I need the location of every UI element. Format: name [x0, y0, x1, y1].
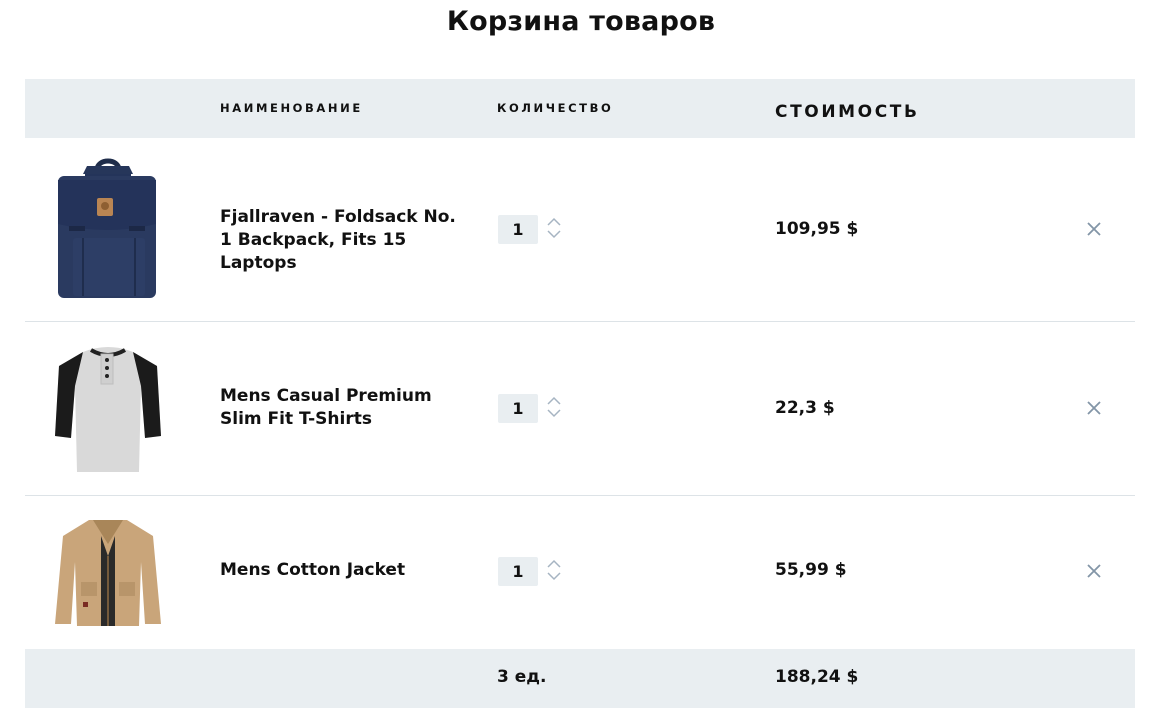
jacket-image	[53, 516, 163, 628]
quantity-input[interactable]: 1	[498, 215, 538, 244]
table-row: Fjallraven - Foldsack No. 1 Backpack, Fi…	[25, 138, 1135, 322]
quantity-stepper	[546, 394, 562, 420]
page-title: Корзина товаров	[446, 6, 716, 37]
product-price: 55,99 $	[775, 560, 847, 580]
product-price: 109,95 $	[775, 219, 859, 239]
close-icon[interactable]	[1086, 563, 1102, 579]
header-price: СТОИМОСТЬ	[775, 102, 920, 122]
chevron-down-icon[interactable]	[546, 407, 562, 420]
chevron-up-icon[interactable]	[546, 215, 562, 228]
product-title[interactable]: Mens Casual Premium Slim Fit T-Shirts	[220, 385, 470, 431]
table-footer: 3 ед. 188,24 $	[25, 649, 1135, 708]
chevron-up-icon[interactable]	[546, 394, 562, 407]
table-row: Mens Casual Premium Slim Fit T-Shirts 1 …	[25, 322, 1135, 496]
chevron-up-icon[interactable]	[546, 557, 562, 570]
header-quantity: КОЛИЧЕСТВО	[497, 101, 614, 115]
product-title[interactable]: Mens Cotton Jacket	[220, 559, 470, 582]
tshirt-image	[53, 342, 163, 476]
chevron-down-icon[interactable]	[546, 570, 562, 583]
close-icon[interactable]	[1086, 400, 1102, 416]
table-header: НАИМЕНОВАНИЕ КОЛИЧЕСТВО СТОИМОСТЬ	[25, 79, 1135, 138]
product-price: 22,3 $	[775, 398, 835, 418]
cart-table: НАИМЕНОВАНИЕ КОЛИЧЕСТВО СТОИМОСТЬ Fjallr…	[25, 79, 1135, 648]
close-icon[interactable]	[1086, 221, 1102, 237]
table-row: Mens Cotton Jacket 1 55,99 $	[25, 496, 1135, 648]
quantity-input[interactable]: 1	[498, 394, 538, 423]
total-quantity: 3 ед.	[497, 667, 547, 687]
product-title[interactable]: Fjallraven - Foldsack No. 1 Backpack, Fi…	[220, 206, 470, 275]
quantity-input[interactable]: 1	[498, 557, 538, 586]
total-price: 188,24 $	[775, 667, 859, 687]
quantity-stepper	[546, 557, 562, 583]
backpack-image	[53, 156, 163, 302]
header-name: НАИМЕНОВАНИЕ	[220, 101, 363, 115]
quantity-stepper	[546, 215, 562, 241]
chevron-down-icon[interactable]	[546, 228, 562, 241]
